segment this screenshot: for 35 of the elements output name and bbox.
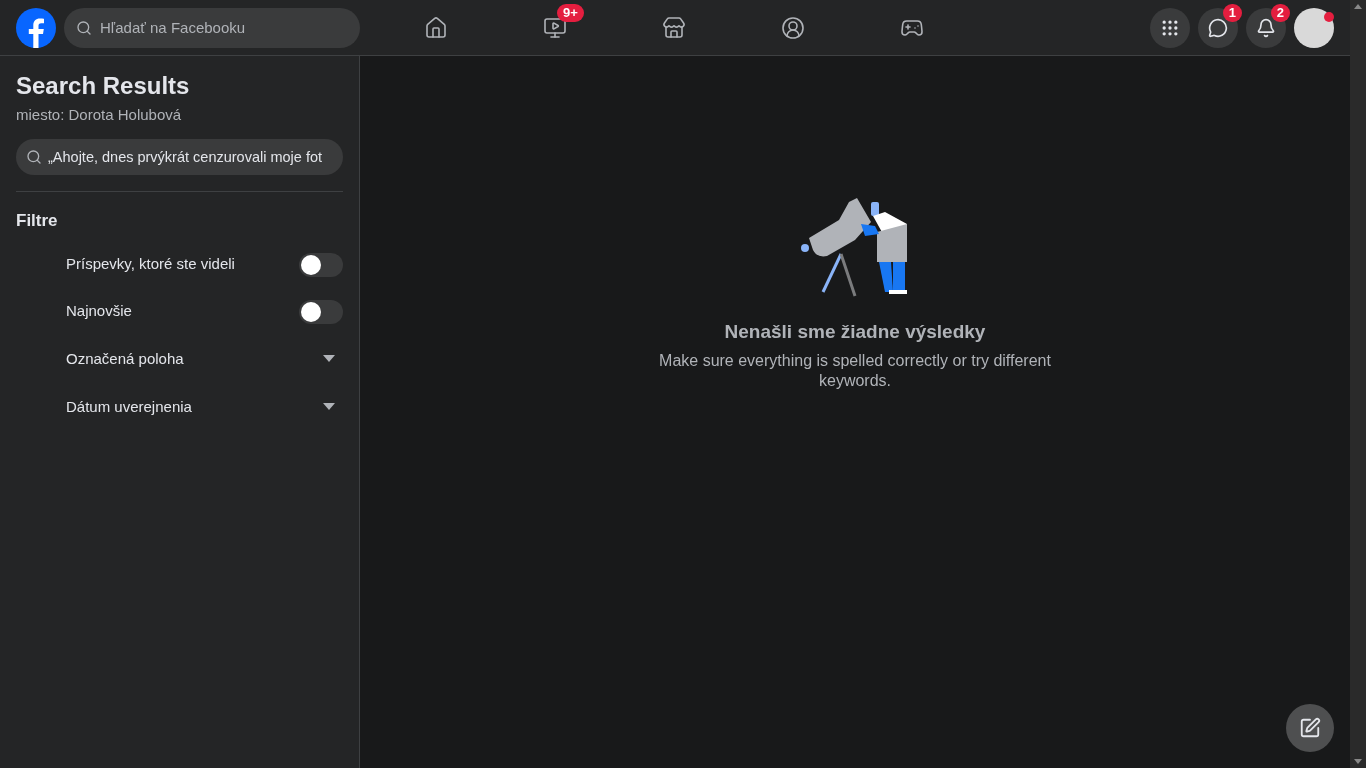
avatar[interactable] [1294, 7, 1334, 48]
edit-icon [1299, 717, 1321, 739]
video-icon [542, 15, 567, 40]
scrollbar[interactable] [1350, 0, 1366, 768]
bell-icon [1256, 17, 1276, 38]
count-badge: 2 [1270, 3, 1290, 22]
home-icon [423, 15, 448, 40]
filter-label: Označená poloha [66, 348, 185, 369]
dropdown-caret-icon[interactable] [323, 403, 335, 411]
chat-bubble-icon [1208, 17, 1228, 38]
logo-icon[interactable] [16, 7, 56, 48]
nav-tab[interactable]: 9+ [495, 3, 614, 52]
section-heading: Filtre [16, 209, 59, 232]
filter-label: Príspevky, ktoré ste videli [66, 254, 236, 275]
header-button[interactable] [1150, 7, 1190, 48]
empty-state-message: Make sure everything is spelled correctly or try different keywords. [658, 350, 1052, 391]
count-badge: 1 [1222, 3, 1242, 22]
query-field[interactable]: „Ahojte, dnes prvýkrát cenzurovali moje fot [16, 138, 343, 175]
search-field[interactable]: Hľadať na Facebooku [64, 7, 360, 48]
dropdown-caret-icon[interactable] [323, 355, 335, 363]
filter-label: Dátum uverejnenia [66, 396, 193, 417]
people-icon [780, 15, 805, 40]
subtitle: miesto: Dorota Holubová [16, 105, 183, 125]
empty-state-title: Nenašli sme žiadne výsledky [724, 320, 986, 344]
scroll-up-arrow-icon[interactable] [1354, 4, 1362, 9]
toggle-switch[interactable] [299, 299, 343, 324]
search-icon [76, 19, 92, 36]
toggle-switch[interactable] [299, 252, 343, 277]
search-icon [26, 148, 42, 165]
filter-label: Najnovšie [66, 301, 133, 322]
count-badge: 9+ [557, 3, 584, 22]
compose-button[interactable] [1286, 704, 1334, 752]
store-icon [661, 15, 686, 40]
page-title: Search Results [16, 72, 191, 100]
scroll-down-arrow-icon[interactable] [1354, 759, 1362, 764]
